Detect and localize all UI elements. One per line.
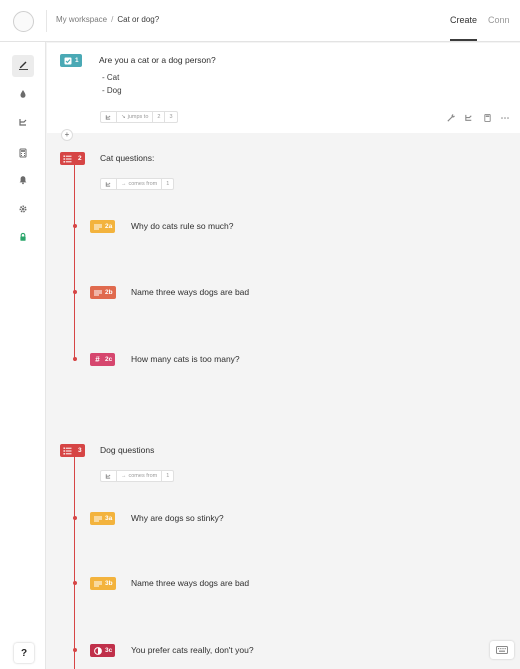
sidebar-item-notifications[interactable] [12, 170, 34, 192]
logic-branch-icon [101, 179, 117, 189]
question-1-choice-dog[interactable]: - Dog [102, 86, 122, 95]
connector-dot [73, 357, 77, 361]
question-number: 3c [105, 647, 113, 654]
arrow-right-icon: → [121, 181, 127, 187]
gear-icon [18, 201, 28, 219]
question-2-badge[interactable]: 2 [60, 152, 85, 165]
question-2b-title[interactable]: Name three ways dogs are bad [131, 287, 249, 297]
tab-create[interactable]: Create [450, 15, 478, 41]
logo[interactable] [13, 11, 34, 32]
keyboard-icon [496, 641, 508, 659]
yes-no-icon [93, 646, 102, 655]
wrench-icon[interactable] [445, 112, 457, 124]
breadcrumb-workspace[interactable]: My workspace [56, 15, 107, 24]
long-text-icon [93, 288, 102, 297]
group-3-connector-line [74, 457, 75, 669]
top-divider [46, 10, 47, 32]
question-3b-title[interactable]: Name three ways dogs are bad [131, 578, 249, 588]
question-number: 2c [105, 356, 113, 363]
question-3-title[interactable]: Dog questions [100, 445, 154, 455]
sidebar-item-access[interactable] [12, 227, 34, 249]
question-number: 2b [105, 289, 113, 296]
sidebar-item-build[interactable] [12, 55, 34, 77]
question-2a-title[interactable]: Why do cats rule so much? [131, 221, 234, 231]
question-1-choice-cat[interactable]: - Cat [102, 73, 119, 82]
question-1-title[interactable]: Are you a cat or a dog person? [99, 55, 216, 65]
logic-branch-icon[interactable] [463, 112, 475, 124]
lock-icon [18, 229, 28, 247]
logic-branch-icon [101, 471, 117, 481]
sidebar-item-design[interactable] [12, 84, 34, 106]
sidebar-item-settings[interactable] [12, 199, 34, 221]
logic-source-1[interactable]: 1 [162, 179, 173, 189]
breadcrumb-separator: / [111, 15, 114, 24]
connector-dot [73, 290, 77, 294]
breadcrumb-form-name[interactable]: Cat or dog? [117, 15, 159, 24]
list-icon [63, 446, 72, 455]
multiple-choice-icon [63, 56, 72, 65]
connector-dot [73, 648, 77, 652]
connector-dot [73, 224, 77, 228]
question-number: 3 [78, 447, 82, 454]
question-1-tools [445, 112, 511, 124]
pencil-icon [18, 57, 29, 75]
sidebar-item-calculator[interactable] [12, 143, 34, 165]
connector-dot [73, 516, 77, 520]
long-text-icon [93, 579, 102, 588]
question-2a-badge[interactable]: 2a [90, 220, 116, 233]
sidebar-item-logic[interactable] [12, 113, 34, 135]
question-2c-badge[interactable]: # 2c [90, 353, 116, 366]
paint-drop-icon [18, 86, 28, 104]
number-icon: # [95, 355, 100, 364]
question-3c-title[interactable]: You prefer cats really, don't you? [131, 645, 254, 655]
breadcrumb: My workspace / Cat or dog? [56, 15, 159, 24]
question-1-badge[interactable]: 1 [60, 54, 82, 67]
logic-branch-icon [18, 115, 29, 133]
question-1-logic-pill[interactable]: ↘ jumps to 2 3 [100, 111, 178, 123]
question-number: 2 [78, 155, 82, 162]
long-text-icon [93, 514, 102, 523]
logic-branch-icon [101, 112, 117, 122]
logic-target-3[interactable]: 3 [165, 112, 176, 122]
logic-source-1[interactable]: 1 [162, 471, 173, 481]
arrow-right-icon: → [121, 473, 127, 479]
connector-dot [73, 581, 77, 585]
long-text-icon [93, 222, 102, 231]
group-2-connector-line [74, 165, 75, 361]
calculator-icon[interactable] [481, 112, 493, 124]
question-3-logic-pill[interactable]: → comes from 1 [100, 470, 175, 482]
logic-label: comes from [128, 181, 158, 187]
calculator-icon [18, 145, 28, 163]
keyboard-shortcuts-button[interactable] [490, 641, 514, 659]
bell-icon [18, 172, 28, 190]
logic-target-2[interactable]: 2 [153, 112, 166, 122]
more-icon[interactable] [499, 112, 511, 124]
question-2-title[interactable]: Cat questions: [100, 153, 154, 163]
question-3c-badge[interactable]: 3c [90, 644, 116, 657]
question-2b-badge[interactable]: 2b [90, 286, 116, 299]
question-2-logic-pill[interactable]: → comes from 1 [100, 178, 175, 190]
question-3-badge[interactable]: 3 [60, 444, 85, 457]
question-number: 3a [105, 515, 113, 522]
list-icon [63, 154, 72, 163]
jump-arrow-icon: ↘ [121, 114, 126, 120]
question-3b-badge[interactable]: 3b [90, 577, 116, 590]
question-3a-badge[interactable]: 3a [90, 512, 116, 525]
sidebar: ? [0, 42, 46, 669]
question-3a-title[interactable]: Why are dogs so stinky? [131, 513, 224, 523]
add-question-button[interactable]: + [61, 129, 73, 141]
help-button[interactable]: ? [14, 643, 34, 663]
question-number: 1 [75, 57, 79, 64]
form-builder-canvas: 1 Are you a cat or a dog person? - Cat -… [47, 43, 520, 669]
logic-label: jumps to [127, 114, 149, 120]
logic-label: comes from [128, 473, 158, 479]
top-bar: My workspace / Cat or dog? Create Conn [0, 0, 520, 42]
question-number: 2a [105, 223, 113, 230]
question-2c-title[interactable]: How many cats is too many? [131, 354, 240, 364]
question-number: 3b [105, 580, 113, 587]
tab-connect[interactable]: Conn [488, 15, 510, 25]
question-1-card[interactable]: 1 Are you a cat or a dog person? - Cat -… [47, 43, 520, 133]
